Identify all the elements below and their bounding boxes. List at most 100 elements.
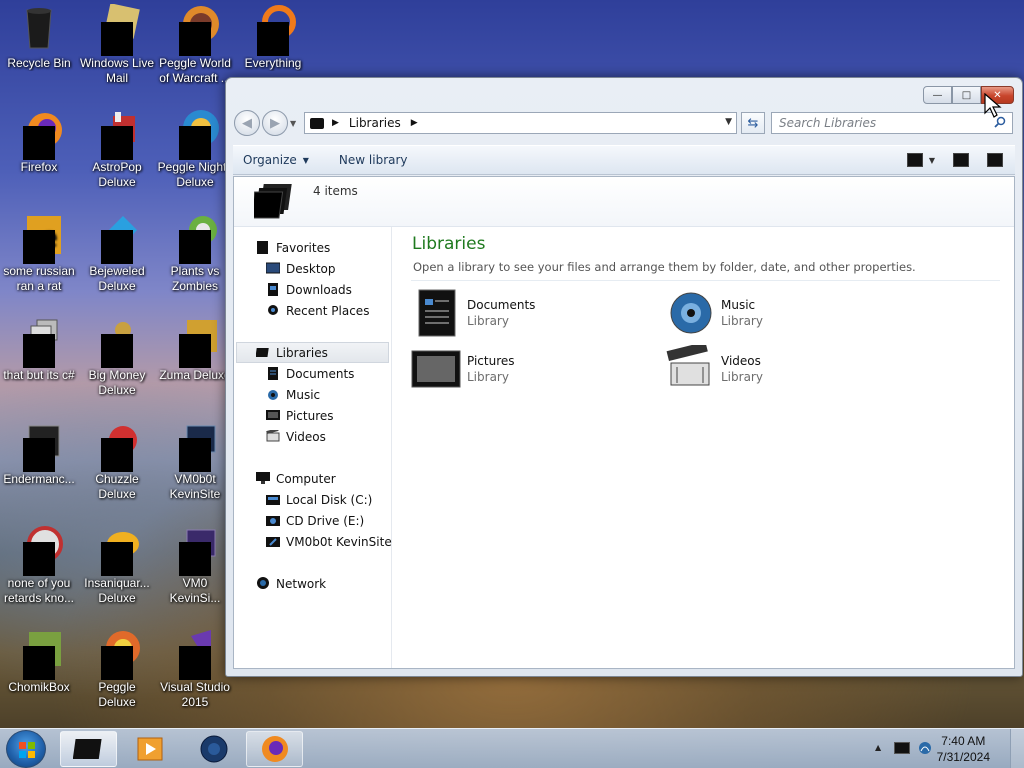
explorer-client: 4 items Favorites Desktop Downloads Rece… xyxy=(233,176,1015,669)
library-type: Library xyxy=(721,314,763,328)
chevron-down-icon: ▼ xyxy=(302,155,309,165)
nav-label: Downloads xyxy=(286,282,352,297)
nav-local-disk[interactable]: Local Disk (C:) xyxy=(234,489,391,510)
nav-pictures[interactable]: Pictures xyxy=(234,405,391,426)
nav-kevinsite[interactable]: VM0b0t KevinSite xyxy=(234,531,392,552)
bejeweled-icon xyxy=(93,212,141,264)
action-center-icon[interactable] xyxy=(894,742,910,754)
nav-label: Pictures xyxy=(286,408,334,423)
pictures-library-icon xyxy=(411,345,461,393)
nav-cd-drive[interactable]: CD Drive (E:) xyxy=(234,510,391,531)
desktop-icon-insaniquarium[interactable]: Insaniquar... Deluxe xyxy=(78,524,156,606)
show-hidden-icons-button[interactable]: ▲ xyxy=(875,743,881,752)
back-button[interactable]: ◀ xyxy=(234,110,260,136)
desktop-icon-endermanc[interactable]: Endermanc... xyxy=(0,420,78,487)
nav-label: Recent Places xyxy=(286,303,370,318)
nav-label: Local Disk (C:) xyxy=(286,492,373,507)
details-header: 4 items xyxy=(234,177,1014,227)
desktop-icon-russian-rat[interactable]: e some russian ran a rat xyxy=(0,212,78,294)
command-bar: Organize ▼ New library ▼ xyxy=(233,145,1015,175)
maximize-button[interactable]: □ xyxy=(952,86,981,104)
clock-time: 7:40 AM xyxy=(941,734,986,748)
clock[interactable]: 7:40 AM 7/31/2024 xyxy=(937,733,990,765)
taskbar-app[interactable] xyxy=(185,731,242,767)
nav-desktop[interactable]: Desktop xyxy=(234,258,391,279)
nav-downloads[interactable]: Downloads xyxy=(234,279,391,300)
nav-recent-places[interactable]: Recent Places xyxy=(234,300,391,321)
nav-label: Desktop xyxy=(286,261,336,276)
taskbar-firefox[interactable] xyxy=(246,731,303,767)
everything-search-icon xyxy=(249,4,297,56)
desktop-icon-bejeweled[interactable]: Bejeweled Deluxe xyxy=(78,212,156,294)
site-icon xyxy=(171,420,219,472)
app-icon xyxy=(15,420,63,472)
taskbar-media-player[interactable] xyxy=(121,731,178,767)
desktop-icon-zuma[interactable]: Zuma Deluxe xyxy=(156,316,234,383)
app-icon xyxy=(15,524,63,576)
taskbar-explorer[interactable] xyxy=(60,731,117,767)
desktop-icon-plants-vs-zombies[interactable]: Plants vs Zombies xyxy=(156,212,234,294)
start-button[interactable] xyxy=(6,730,46,768)
desktop-icon-peggle-wow[interactable]: Peggle World of Warcraft ... xyxy=(156,4,234,86)
nav-documents[interactable]: Documents xyxy=(234,363,391,384)
search-input[interactable]: Search Libraries xyxy=(771,112,1013,134)
item-count: 4 items xyxy=(313,184,358,198)
recent-pages-dropdown[interactable]: ▼ xyxy=(290,119,300,128)
preview-pane-icon[interactable] xyxy=(953,153,969,167)
recycle-bin-icon xyxy=(15,4,63,52)
desktop-icon-chomikbox[interactable]: ChomikBox xyxy=(0,628,78,695)
library-type: Library xyxy=(467,314,509,328)
nav-label: Documents xyxy=(286,366,355,381)
nav-music[interactable]: Music xyxy=(234,384,391,405)
help-icon[interactable] xyxy=(987,153,1003,167)
library-tile-pictures[interactable]: Pictures Library xyxy=(411,343,651,395)
organize-button[interactable]: Organize ▼ xyxy=(233,153,321,167)
desktop-icon-visual-studio[interactable]: Visual Studio 2015 xyxy=(156,628,234,710)
network-status-icon[interactable] xyxy=(918,741,932,755)
desktop-icon-big-money[interactable]: Big Money Deluxe xyxy=(78,316,156,398)
mail-icon xyxy=(93,4,141,56)
divider xyxy=(411,280,1000,281)
peggle-wow-icon xyxy=(171,4,219,56)
refresh-button[interactable]: ⇆ xyxy=(741,112,765,134)
nav-computer[interactable]: Computer xyxy=(234,468,391,489)
desktop-icon-vm0-kevinsite[interactable]: VM0 KevinSi... xyxy=(156,524,234,606)
minimize-button[interactable]: — xyxy=(923,86,952,104)
address-history-dropdown-icon[interactable]: ▼ xyxy=(725,117,732,127)
desktop-icon-peggle-deluxe[interactable]: Peggle Deluxe xyxy=(78,628,156,710)
nav-videos[interactable]: Videos xyxy=(234,426,391,447)
address-bar[interactable]: ▶ Libraries ▶ ▼ xyxy=(304,112,737,134)
breadcrumb-chevron-icon[interactable]: ▶ xyxy=(411,118,418,128)
desktop-icon-everything[interactable]: Everything xyxy=(234,4,312,71)
chevron-down-icon[interactable]: ▼ xyxy=(929,156,935,165)
forward-button[interactable]: ▶ xyxy=(262,110,288,136)
new-library-button[interactable]: New library xyxy=(321,153,420,167)
desktop-icon-firefox[interactable]: Firefox xyxy=(0,108,78,175)
desktop-icon-recycle-bin[interactable]: Recycle Bin xyxy=(0,4,78,71)
library-tile-music[interactable]: Music Library xyxy=(665,287,905,339)
nav-network[interactable]: Network xyxy=(234,573,391,594)
desktop-icon-windows-live-mail[interactable]: Windows Live Mail xyxy=(78,4,156,86)
explorer-icon xyxy=(72,739,102,759)
documents-library-icon xyxy=(411,289,461,337)
desktop-icon-chuzzle[interactable]: Chuzzle Deluxe xyxy=(78,420,156,502)
library-tile-videos[interactable]: Videos Library xyxy=(665,341,905,395)
desktop-icon-that-but-csharp[interactable]: that but its c# xyxy=(0,316,78,383)
nav-libraries[interactable]: Libraries xyxy=(236,342,389,363)
nav-label: Music xyxy=(286,387,321,402)
desktop-icon-peggle-nights[interactable]: Peggle Nights Deluxe xyxy=(156,108,234,190)
breadcrumb-libraries[interactable]: Libraries xyxy=(349,116,401,130)
libraries-icon xyxy=(310,117,324,129)
libraries-icon xyxy=(255,346,270,359)
breadcrumb-chevron-icon[interactable]: ▶ xyxy=(332,118,339,128)
desktop-icon-vm0b0t-kevinsite[interactable]: VM0b0t KevinSite xyxy=(156,420,234,502)
desktop-icon-astropop[interactable]: AstroPop Deluxe xyxy=(78,108,156,190)
library-name: Documents xyxy=(467,298,536,312)
desktop-icon-none-of-you[interactable]: none of you retards kno... xyxy=(0,524,78,606)
show-desktop-button[interactable] xyxy=(1010,729,1024,768)
change-view-icon[interactable] xyxy=(906,153,923,167)
nav-favorites[interactable]: Favorites xyxy=(234,237,391,258)
videos-icon xyxy=(266,427,280,443)
star-icon xyxy=(256,241,270,254)
library-tile-documents[interactable]: Documents Library xyxy=(411,287,651,339)
